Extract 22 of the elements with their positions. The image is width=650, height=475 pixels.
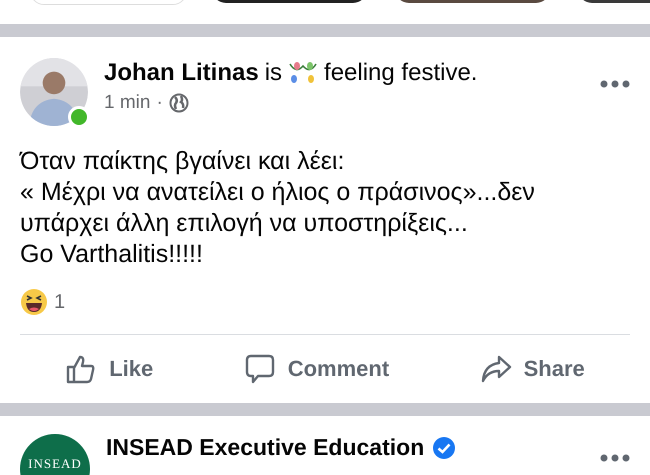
author-name[interactable]: INSEAD Executive Education [106,434,424,461]
post-text: Go Varthalitis!!!!! [20,239,204,270]
feeling-text: feeling festive. [324,59,478,87]
laughing-emoji-icon[interactable] [20,288,48,316]
status-text: is [264,59,282,87]
share-button[interactable]: Share [474,349,591,389]
string-lights-icon [288,60,318,86]
separator-dot: · [156,92,163,114]
like-button[interactable]: Like [59,349,160,389]
author-name[interactable]: Johan Litinas [104,59,259,87]
post-text: Όταν παίκτης βγαίνει και λέει: [20,146,346,177]
reaction-count[interactable]: 1 [54,290,66,314]
share-arrow-icon [480,353,512,385]
thumbs-up-icon [65,353,98,385]
globe-icon [168,93,189,113]
post-text: « Μέχρι να ανατείλει ο ήλιος ο πράσινος»...δεν υπάρχει άλλη επιλογή να υποστηρίξεις... [20,177,536,239]
post-time[interactable]: 1 min [104,92,150,114]
speech-bubble-icon [244,353,276,385]
more-options-icon[interactable] [600,80,630,88]
more-options-icon[interactable] [600,454,630,462]
comment-button[interactable]: Comment [238,349,396,389]
insead-logo[interactable]: INSEAD [20,434,90,475]
